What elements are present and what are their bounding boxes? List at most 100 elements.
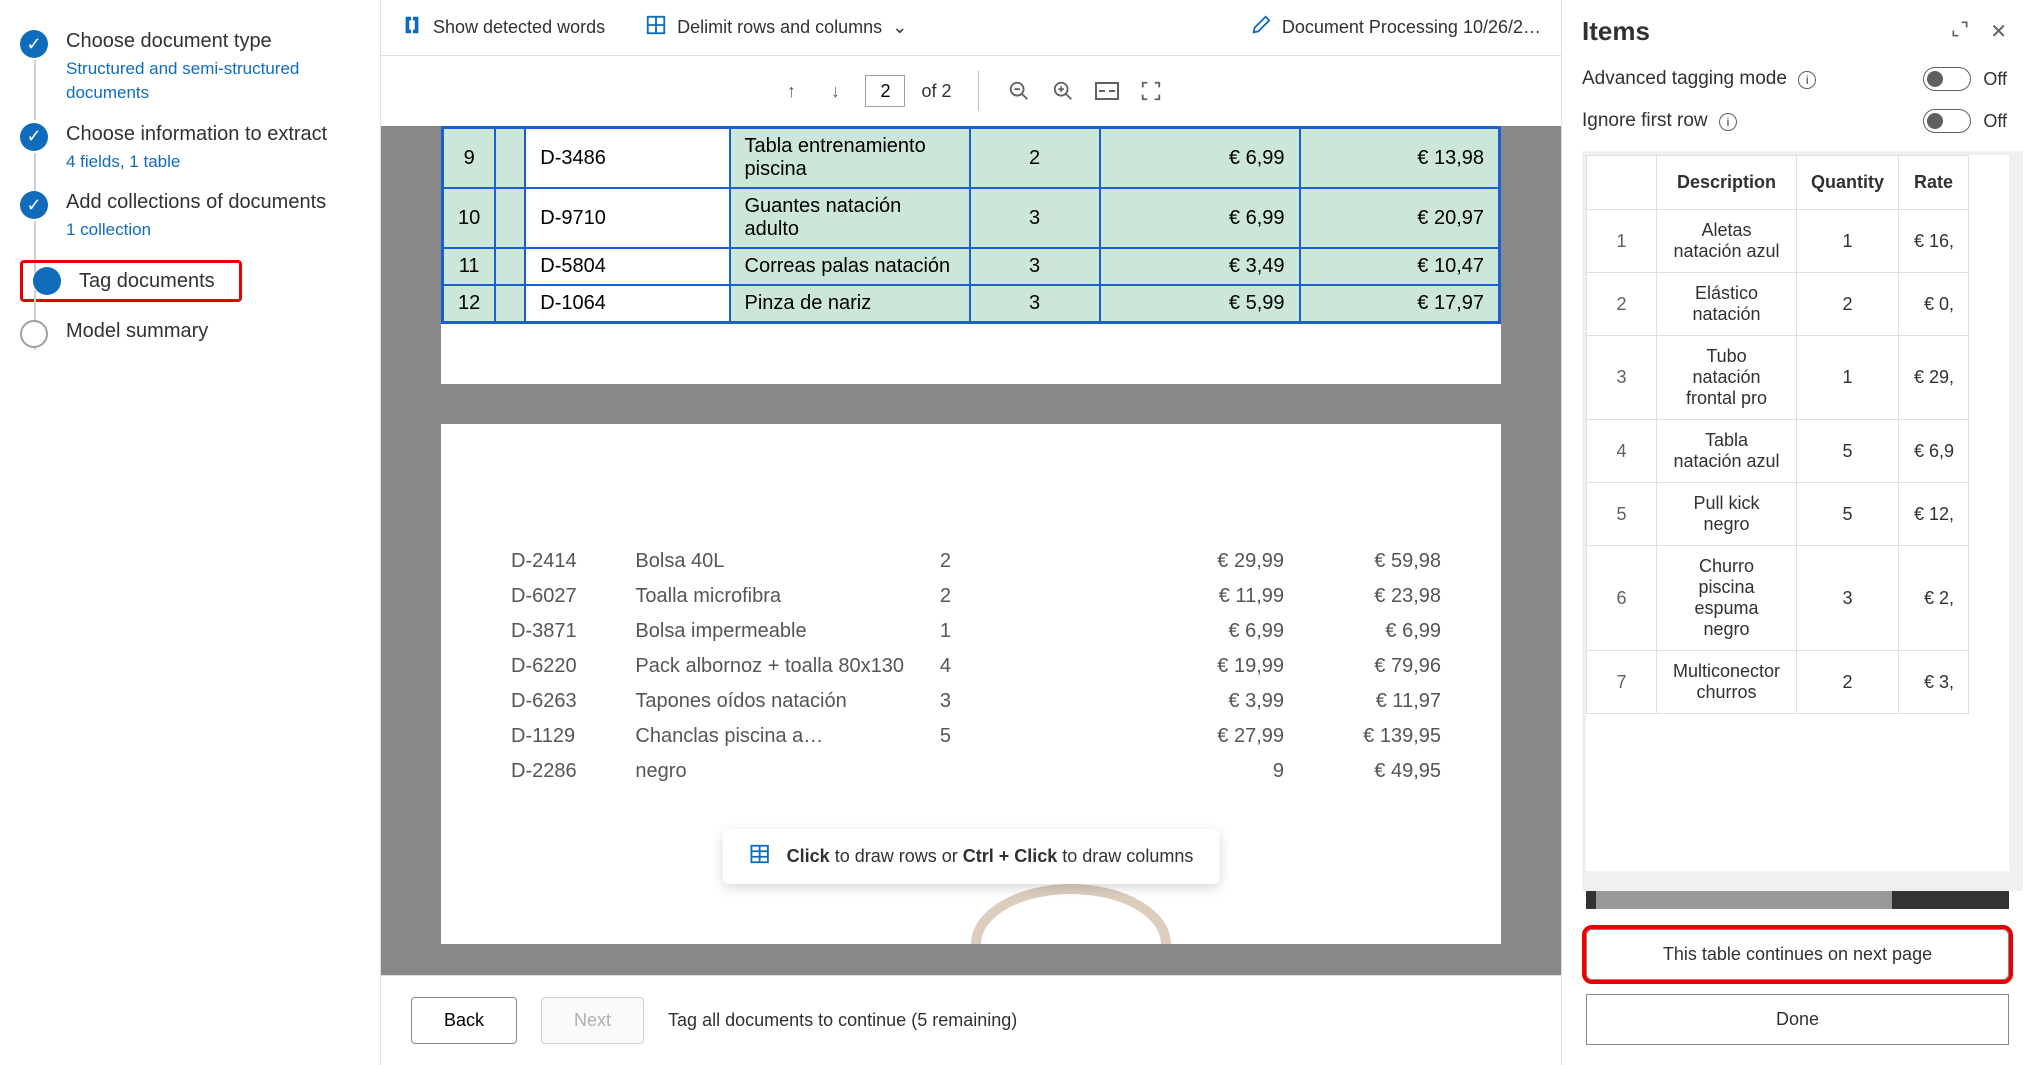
show-detected-words-button[interactable]: Show detected words [401,14,605,41]
table-row[interactable]: 12 D-1064 Pinza de nariz 3 € 5,99 € 17,9… [443,285,1500,323]
advanced-mode-toggle[interactable] [1923,67,1971,91]
document-page-1: 9 D-3486 Tabla entrenamiento piscina 2 €… [441,126,1501,384]
rate-cell[interactable]: € 2, [1899,546,1969,651]
tagged-table[interactable]: 9 D-3486 Tabla entrenamiento piscina 2 €… [441,126,1501,324]
back-button[interactable]: Back [411,997,517,1044]
amt-cell: € 139,95 [1298,719,1501,754]
table-row[interactable]: 2 Elástico natación 2 € 0, [1587,273,1969,336]
rate-cell[interactable]: € 6,99 [1100,188,1300,248]
desc-cell[interactable]: Multiconector churros [1657,651,1797,714]
info-icon[interactable]: i [1798,71,1816,89]
table-row[interactable]: 6 Churro piscina espuma negro 3 € 2, [1587,546,1969,651]
rate-cell[interactable]: € 3, [1899,651,1969,714]
row-handle[interactable] [495,248,525,285]
rate-cell[interactable]: € 5,99 [1100,285,1300,323]
document-viewer[interactable]: 9 D-3486 Tabla entrenamiento piscina 2 €… [381,126,1561,975]
items-table[interactable]: DescriptionQuantityRate 1 Aletas natació… [1586,155,1969,714]
row-handle[interactable] [495,128,525,189]
page-input[interactable] [865,75,905,107]
panel-table-scroll[interactable]: DescriptionQuantityRate 1 Aletas natació… [1586,155,2009,871]
desc-cell[interactable]: Pull kick negro [1657,483,1797,546]
qty-cell[interactable]: 5 [1797,483,1899,546]
horizontal-scrollbar[interactable] [1586,891,2009,909]
step-done-icon: ✓ [20,191,48,219]
table-row[interactable]: 10 D-9710 Guantes natación adulto 3 € 6,… [443,188,1500,248]
plain-table[interactable]: D-2414 Bolsa 40L 2 € 29,99 € 59,98D-6027… [441,544,1501,789]
column-header[interactable]: Quantity [1797,156,1899,210]
desc-cell[interactable]: Tabla entrenamiento piscina [730,128,970,189]
row-index: 6 [1587,546,1657,651]
ref-cell[interactable]: D-1064 [525,285,729,323]
table-row[interactable]: 11 D-5804 Correas palas natación 3 € 3,4… [443,248,1500,285]
rate-cell[interactable]: € 6,9 [1899,420,1969,483]
table-row[interactable]: 9 D-3486 Tabla entrenamiento piscina 2 €… [443,128,1500,189]
ignore-first-row-toggle[interactable] [1923,109,1971,133]
amt-cell[interactable]: € 20,97 [1300,188,1500,248]
table-row[interactable]: 4 Tabla natación azul 5 € 6,9 [1587,420,1969,483]
desc-cell: Bolsa impermeable [621,614,925,649]
table-row: D-2414 Bolsa 40L 2 € 29,99 € 59,98 [441,544,1501,579]
ref-cell[interactable]: D-3486 [525,128,729,189]
desc-cell[interactable]: Aletas natación azul [1657,210,1797,273]
rate-cell[interactable]: € 29, [1899,336,1969,420]
step-title[interactable]: Choose document type [66,30,380,53]
desc-cell[interactable]: Churro piscina espuma negro [1657,546,1797,651]
ref-cell[interactable]: D-5804 [525,248,729,285]
rate-cell[interactable]: € 3,49 [1100,248,1300,285]
rate-cell[interactable]: € 16, [1899,210,1969,273]
qty-cell[interactable]: 3 [970,248,1100,285]
desc-cell[interactable]: Correas palas natación [730,248,970,285]
info-icon[interactable]: i [1719,113,1737,131]
fit-width-icon[interactable] [1093,77,1121,105]
column-header[interactable]: Description [1657,156,1797,210]
desc-cell[interactable]: Tabla natación azul [1657,420,1797,483]
rate-cell[interactable]: € 6,99 [1100,128,1300,189]
column-header[interactable]: Rate [1899,156,1969,210]
step-title[interactable]: Tag documents [79,270,215,293]
desc-cell[interactable]: Tubo natación frontal pro [1657,336,1797,420]
expand-icon[interactable] [1950,19,1970,45]
amt-cell[interactable]: € 10,47 [1300,248,1500,285]
close-icon[interactable]: ✕ [1990,19,2007,44]
row-handle[interactable] [495,188,525,248]
desc-cell[interactable]: Elástico natación [1657,273,1797,336]
qty-cell[interactable]: 1 [1797,210,1899,273]
qty-cell[interactable]: 3 [970,188,1100,248]
step-title[interactable]: Choose information to extract [66,123,327,146]
qty-cell[interactable]: 3 [1797,546,1899,651]
table-row[interactable]: 3 Tubo natación frontal pro 1 € 29, [1587,336,1969,420]
qty-cell[interactable]: 5 [1797,420,1899,483]
row-handle[interactable] [495,285,525,323]
amt-cell[interactable]: € 13,98 [1300,128,1500,189]
document-name-button[interactable]: Document Processing 10/26/2… [1250,14,1541,41]
next-page-icon[interactable]: ↓ [821,77,849,105]
column-header[interactable] [1587,156,1657,210]
table-row[interactable]: 5 Pull kick negro 5 € 12, [1587,483,1969,546]
qty-cell[interactable]: 2 [1797,651,1899,714]
done-button[interactable]: Done [1586,994,2009,1045]
qty-cell[interactable]: 2 [970,128,1100,189]
amt-cell[interactable]: € 17,97 [1300,285,1500,323]
rate-cell: € 6,99 [1072,614,1298,649]
step-tag-documents-highlight: Tag documents [20,260,242,302]
qty-cell[interactable]: 3 [970,285,1100,323]
step-title[interactable]: Model summary [66,320,208,343]
step-title[interactable]: Add collections of documents [66,191,326,214]
desc-cell[interactable]: Pinza de nariz [730,285,970,323]
table-row[interactable]: 1 Aletas natación azul 1 € 16, [1587,210,1969,273]
ref-cell[interactable]: D-9710 [525,188,729,248]
prev-page-icon[interactable]: ↑ [777,77,805,105]
delimit-button[interactable]: Delimit rows and columns ⌄ [645,14,907,41]
table-row[interactable]: 7 Multiconector churros 2 € 3, [1587,651,1969,714]
desc-cell[interactable]: Guantes natación adulto [730,188,970,248]
table-continues-button[interactable]: This table continues on next page [1586,929,2009,980]
fit-page-icon[interactable] [1137,77,1165,105]
rate-cell[interactable]: € 0, [1899,273,1969,336]
qty-cell[interactable]: 1 [1797,336,1899,420]
zoom-out-icon[interactable] [1005,77,1033,105]
qty-cell[interactable]: 2 [1797,273,1899,336]
qty-cell: 1 [926,614,1073,649]
ref-cell: D-2286 [441,754,621,789]
zoom-in-icon[interactable] [1049,77,1077,105]
rate-cell[interactable]: € 12, [1899,483,1969,546]
